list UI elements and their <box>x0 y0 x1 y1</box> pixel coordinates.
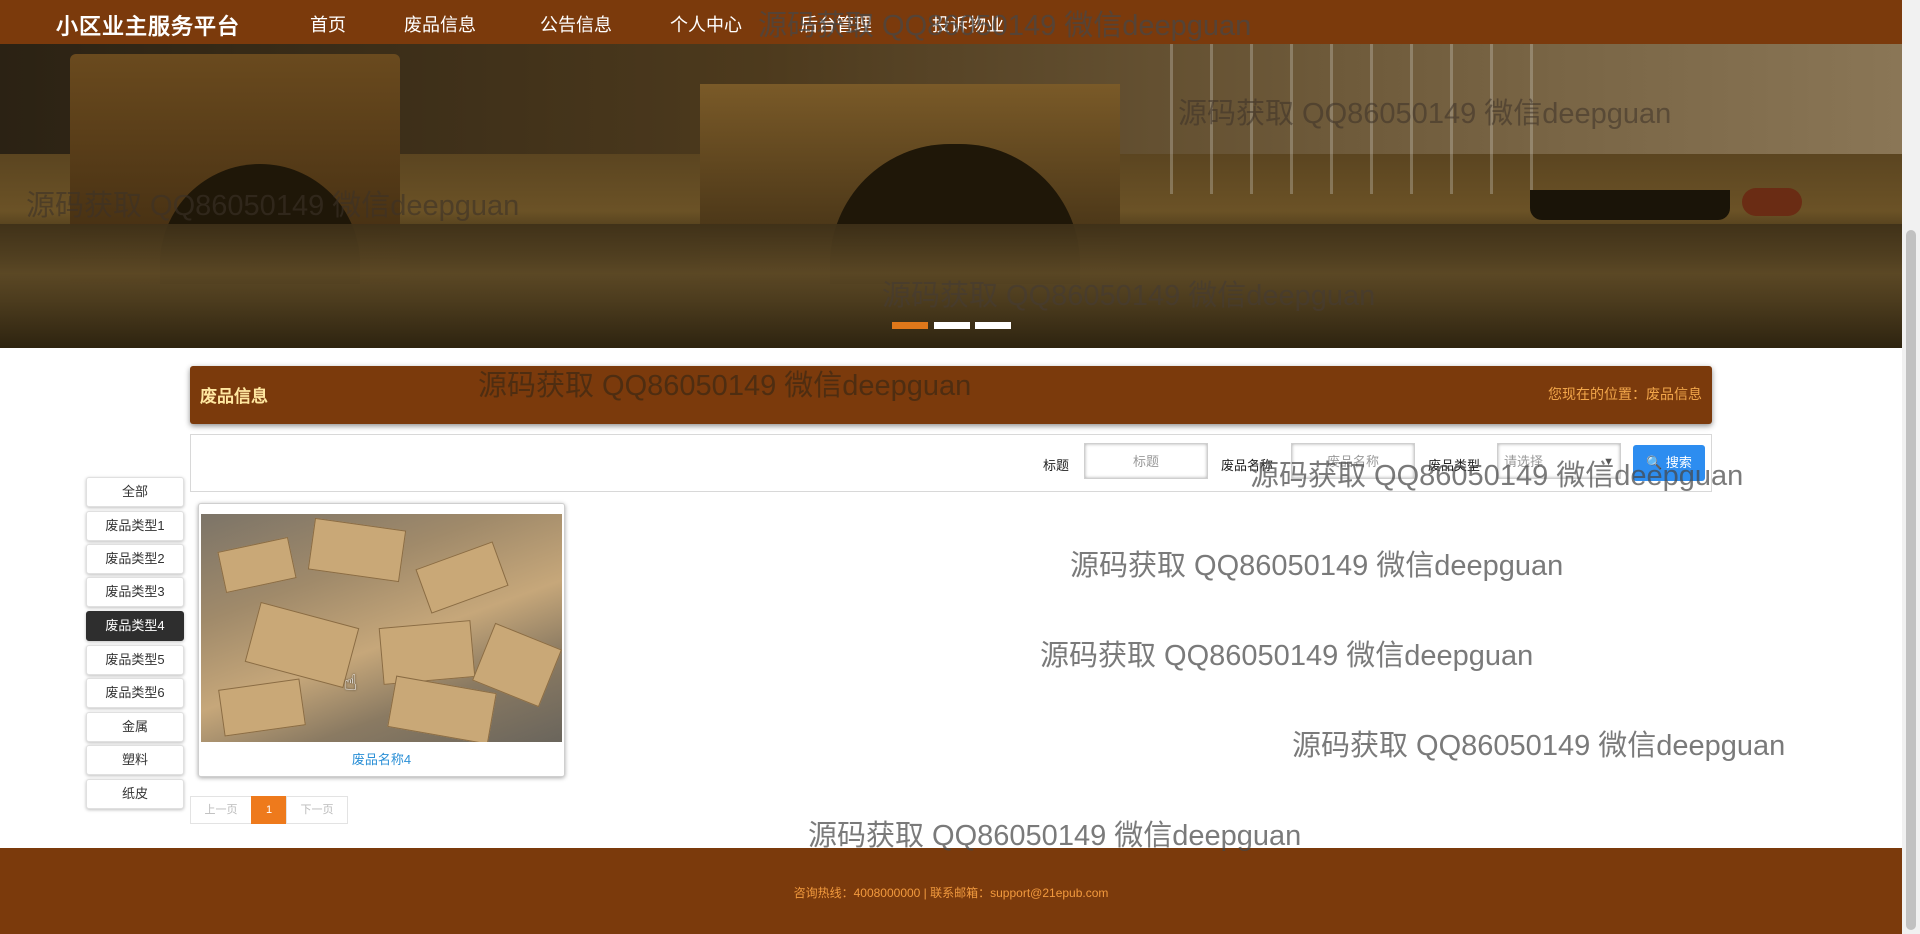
category-plastic[interactable]: 塑料 <box>86 745 184 775</box>
nav-complaint[interactable]: 投诉物业 <box>932 11 1004 37</box>
image-cardboard-piece <box>378 620 476 685</box>
carousel-dot-2[interactable] <box>934 322 970 329</box>
image-cardboard-piece <box>387 675 497 742</box>
nav-admin[interactable]: 后台管理 <box>800 11 872 37</box>
image-cardboard-piece <box>244 601 360 689</box>
waste-item-title[interactable]: 废品名称4 <box>199 749 564 768</box>
breadcrumb-prefix: 您现在的位置： <box>1548 386 1646 402</box>
nav-personal-center[interactable]: 个人中心 <box>670 11 742 37</box>
image-cardboard-piece <box>307 517 407 583</box>
nav-home[interactable]: 首页 <box>310 11 346 37</box>
top-navbar: 小区业主服务平台 首页 废品信息 公告信息 个人中心 后台管理 投诉物业 <box>0 0 1902 44</box>
waste-type-selected: 请选择 <box>1504 454 1544 469</box>
breadcrumb-current[interactable]: 废品信息 <box>1646 386 1702 402</box>
page-scrollbar[interactable] <box>1902 0 1920 934</box>
next-page-button[interactable]: 下一页 <box>286 796 348 824</box>
chevron-down-icon: ▼ <box>1603 456 1614 468</box>
mouse-cursor-icon: ☝ <box>344 670 358 695</box>
banner-carousel <box>0 44 1902 348</box>
category-all[interactable]: 全部 <box>86 477 184 507</box>
title-label: 标题 <box>1043 458 1070 473</box>
image-cardboard-piece <box>218 678 306 737</box>
watermark-text: 源码获取 QQ86050149 微信deepguan <box>1070 550 1564 582</box>
category-type-2[interactable]: 废品类型2 <box>86 544 184 574</box>
nav-announcements[interactable]: 公告信息 <box>540 11 612 37</box>
search-bar: 标题 标题 废品名称 废品名称 废品类型 请选择 ▼ 🔍 搜索 <box>190 434 1712 492</box>
watermark-text: 源码获取 QQ86050149 微信deepguan <box>1292 730 1786 762</box>
banner-river <box>0 224 1902 348</box>
search-button-label: 搜索 <box>1665 455 1692 470</box>
page-1-button[interactable]: 1 <box>251 796 287 824</box>
section-title: 废品信息 <box>200 387 268 406</box>
waste-type-select[interactable]: 请选择 ▼ <box>1497 443 1621 479</box>
category-type-4[interactable]: 废品类型4 <box>86 611 184 641</box>
prev-page-button[interactable]: 上一页 <box>190 796 252 824</box>
scrollbar-thumb[interactable] <box>1906 230 1916 930</box>
footer-contact: 咨询热线：4008000000 | 联系邮箱：support@21epub.co… <box>793 886 1109 900</box>
search-icon: 🔍 <box>1646 455 1663 470</box>
search-button[interactable]: 🔍 搜索 <box>1633 445 1705 481</box>
waste-name-input[interactable]: 废品名称 <box>1291 443 1415 479</box>
image-cardboard-piece <box>217 536 297 594</box>
breadcrumb: 您现在的位置：废品信息 <box>1548 384 1702 404</box>
banner-bridge-towers <box>1170 44 1570 194</box>
banner-boat <box>1530 190 1730 220</box>
watermark-text: 源码获取 QQ86050149 微信deepguan <box>1040 640 1534 672</box>
category-type-1[interactable]: 废品类型1 <box>86 511 184 541</box>
title-input[interactable]: 标题 <box>1084 443 1208 479</box>
category-type-3[interactable]: 废品类型3 <box>86 577 184 607</box>
category-metal[interactable]: 金属 <box>86 712 184 742</box>
footer: 咨询热线：4008000000 | 联系邮箱：support@21epub.co… <box>0 848 1902 934</box>
waste-item-card[interactable]: 废品名称4 <box>198 503 565 777</box>
category-cardboard[interactable]: 纸皮 <box>86 779 184 809</box>
section-header: 废品信息 您现在的位置：废品信息 <box>190 366 1712 424</box>
category-type-5[interactable]: 废品类型5 <box>86 645 184 675</box>
category-type-6[interactable]: 废品类型6 <box>86 678 184 708</box>
site-brand[interactable]: 小区业主服务平台 <box>56 9 240 41</box>
banner-boat-small <box>1742 188 1802 216</box>
waste-type-label: 废品类型 <box>1428 458 1481 473</box>
image-cardboard-piece <box>415 541 509 614</box>
waste-item-image[interactable] <box>201 514 562 742</box>
carousel-dot-3[interactable] <box>975 322 1011 329</box>
carousel-dot-1[interactable] <box>892 322 928 329</box>
nav-waste-info[interactable]: 废品信息 <box>404 11 476 37</box>
waste-name-label: 废品名称 <box>1221 458 1274 473</box>
